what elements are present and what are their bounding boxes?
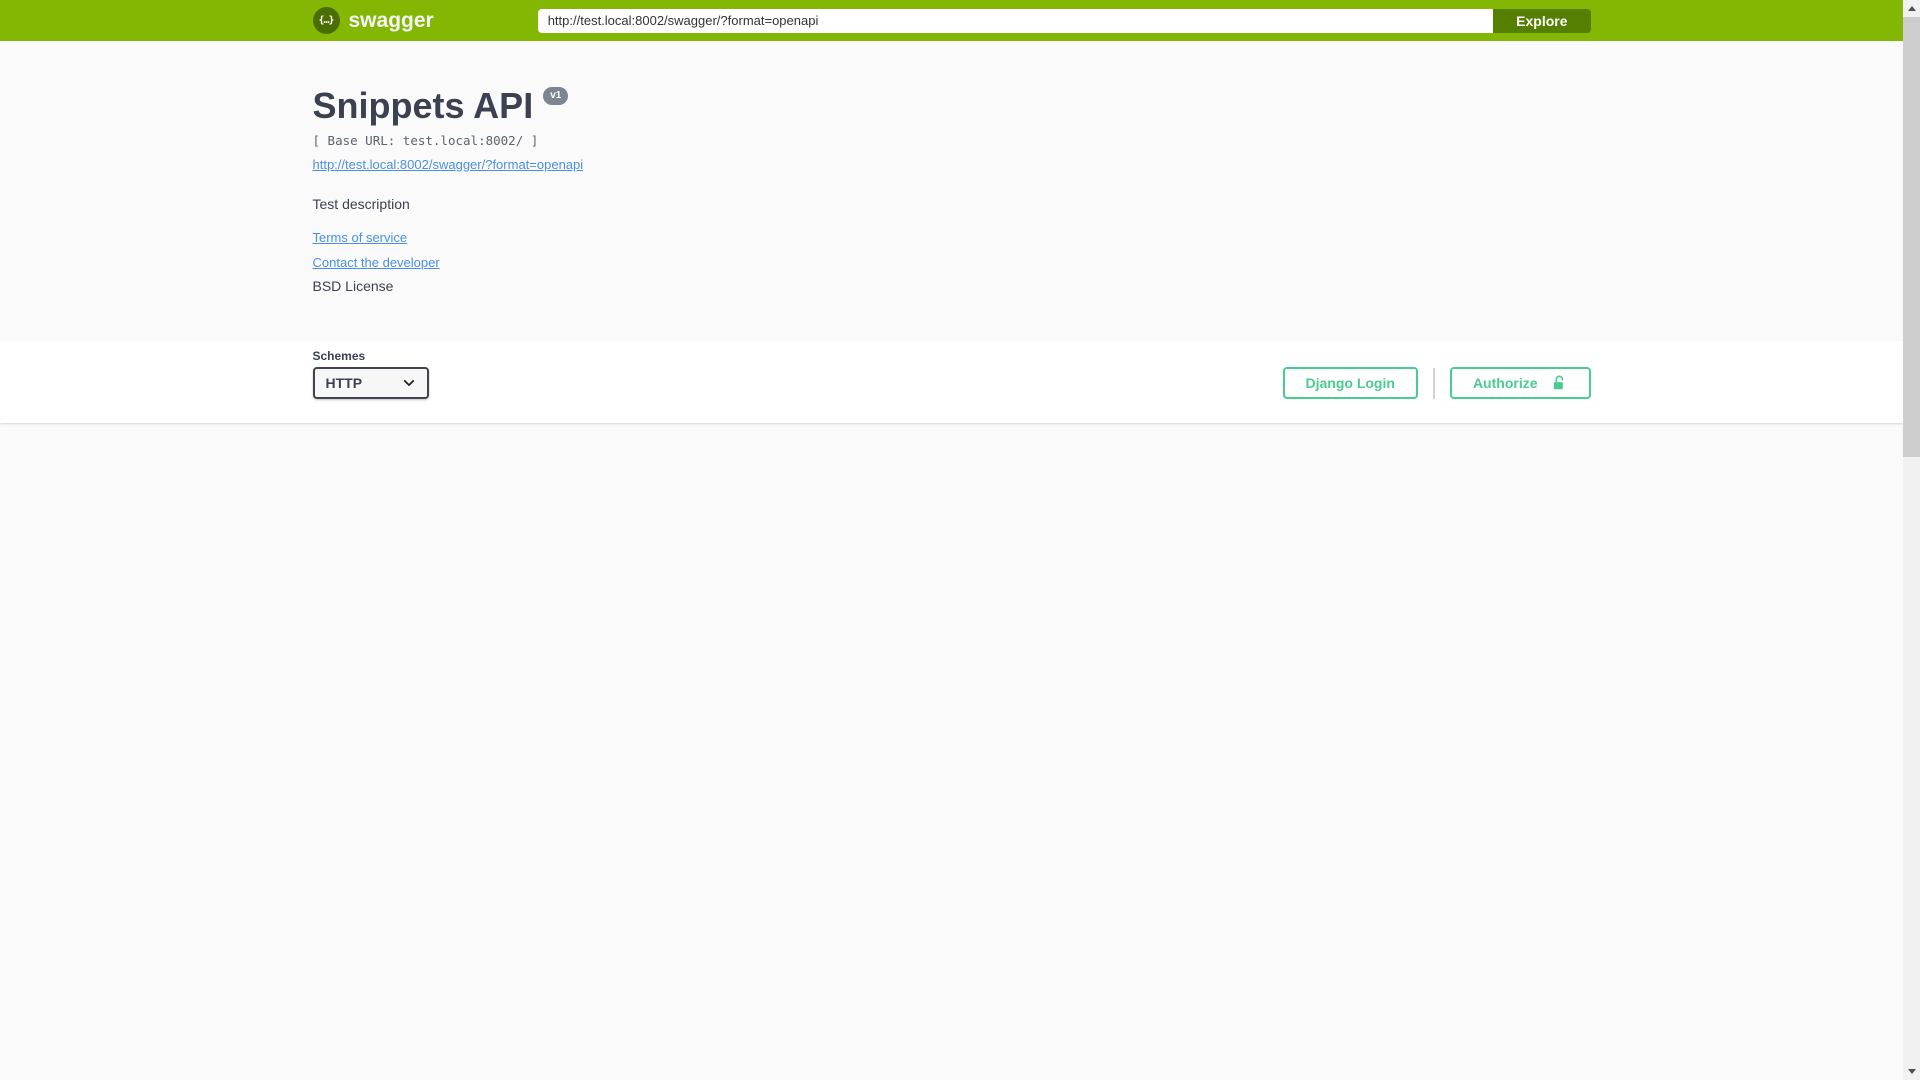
swagger-logo-text: swagger xyxy=(348,8,434,32)
auth-wrapper: Django Login Authorize xyxy=(1282,367,1591,399)
base-url-text: [ Base URL: test.local:8002/ ] xyxy=(312,133,539,148)
authorize-label: Authorize xyxy=(1472,375,1538,391)
api-title-text: Snippets API xyxy=(312,85,534,126)
terms-of-service-link[interactable]: Terms of service xyxy=(313,230,408,245)
chevron-down-icon xyxy=(403,380,414,387)
vertical-scrollbar xyxy=(1903,0,1920,1080)
page-title: Snippets API v1 xyxy=(313,85,1591,126)
swagger-logo-icon: {…} xyxy=(312,7,340,34)
authorize-button[interactable]: Authorize xyxy=(1449,367,1591,399)
api-description: Test description xyxy=(312,196,410,212)
django-login-label: Django Login xyxy=(1305,375,1395,391)
schemes-label: Schemes xyxy=(312,349,366,363)
scrollbar-thumb[interactable] xyxy=(1903,17,1920,457)
scrollbar-down-arrow-icon[interactable] xyxy=(1903,1063,1920,1080)
download-url-wrapper: Explore xyxy=(537,8,1591,33)
scrollbar-up-arrow-icon[interactable] xyxy=(1903,0,1920,17)
explore-button[interactable]: Explore xyxy=(1493,8,1591,33)
version-badge: v1 xyxy=(543,87,569,105)
schemes-block: Schemes HTTP xyxy=(312,349,429,399)
schemes-selected-value: HTTP xyxy=(325,375,363,391)
unlock-icon xyxy=(1553,375,1563,390)
info-container: Snippets API v1 [ Base URL: test.local:80… xyxy=(0,41,1903,341)
swagger-ui-page: {…} swagger Explore Snippets API v1 [ Bas… xyxy=(0,0,1903,1080)
contact-developer-link[interactable]: Contact the developer xyxy=(313,255,440,270)
license-text: BSD License xyxy=(312,278,394,294)
topbar: {…} swagger Explore xyxy=(0,0,1903,41)
scheme-container: Schemes HTTP Django Login Authorize xyxy=(0,341,1903,423)
spec-link[interactable]: http://test.local:8002/swagger/?format=o… xyxy=(313,157,584,172)
spec-url-input[interactable] xyxy=(537,8,1494,33)
auth-divider xyxy=(1432,367,1435,399)
swagger-logo: {…} swagger xyxy=(312,7,434,34)
schemes-select[interactable]: HTTP xyxy=(312,367,429,399)
django-login-button[interactable]: Django Login xyxy=(1282,367,1418,399)
